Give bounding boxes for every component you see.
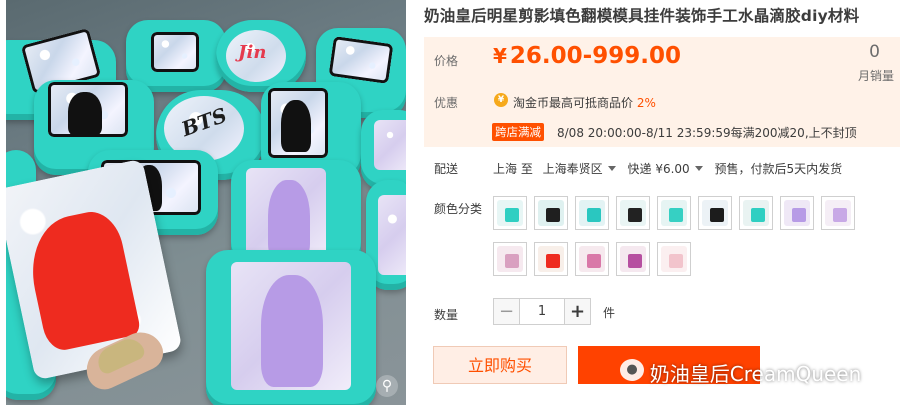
color-swatch[interactable] xyxy=(575,242,609,276)
decrement-button[interactable]: − xyxy=(493,298,520,325)
resin-card xyxy=(378,195,406,275)
express-fee: 快递 ¥6.00 xyxy=(627,162,690,176)
ship-to-selector[interactable]: 上海奉贤区 xyxy=(543,162,624,176)
silhouette xyxy=(268,180,310,260)
swatch-motif xyxy=(587,254,601,268)
swatch-thumbnail xyxy=(538,246,564,272)
delivery-label: 配送 xyxy=(434,162,459,176)
buy-now-button[interactable]: 立即购买 xyxy=(433,346,567,384)
coin-percent: 2% xyxy=(636,96,656,110)
swatch-thumbnail xyxy=(661,200,687,226)
price-box: 价格 ¥26.00-999.00 0 月销量 优惠 ¥ 淘金币最高可抵商品价 2… xyxy=(424,37,900,147)
swatch-motif xyxy=(505,254,519,268)
promo-label: 优惠 xyxy=(434,96,459,110)
swatch-motif xyxy=(546,208,560,222)
delivery-row: 上海 至 上海奉贤区 快递 ¥6.00 预售，付款后5天内发货 xyxy=(493,160,842,177)
silhouette xyxy=(68,92,102,136)
resin-card xyxy=(328,36,394,84)
swatch-thumbnail xyxy=(538,200,564,226)
color-swatch[interactable] xyxy=(534,242,568,276)
color-swatch[interactable] xyxy=(821,196,855,230)
resin-card xyxy=(374,120,406,170)
increment-button[interactable]: + xyxy=(564,298,591,325)
swatch-thumbnail xyxy=(743,200,769,226)
chevron-down-icon xyxy=(607,166,616,171)
swatch-motif xyxy=(833,208,847,222)
color-swatch[interactable] xyxy=(739,196,773,230)
swatch-motif xyxy=(628,208,642,222)
cross-store-discount-tag[interactable]: 跨店满减 xyxy=(492,123,544,141)
swatch-motif xyxy=(505,208,519,222)
currency-symbol: ¥ xyxy=(493,44,507,68)
swatch-motif xyxy=(546,254,560,268)
quantity-input[interactable]: 1 xyxy=(520,298,564,325)
swatch-thumbnail xyxy=(620,246,646,272)
swatch-thumbnail xyxy=(579,200,605,226)
color-swatch[interactable] xyxy=(575,196,609,230)
watermark-label: 奶油皇后CreamQueen xyxy=(649,362,862,386)
swatch-motif xyxy=(628,254,642,268)
swatch-thumbnail xyxy=(784,200,810,226)
swatch-thumbnail xyxy=(579,246,605,272)
color-swatch[interactable] xyxy=(657,196,691,230)
color-swatch[interactable] xyxy=(698,196,732,230)
swatch-thumbnail xyxy=(702,200,728,226)
swatch-motif xyxy=(710,208,724,222)
swatch-thumbnail xyxy=(497,246,523,272)
swatch-thumbnail xyxy=(825,200,851,226)
chevron-down-icon xyxy=(694,166,703,171)
presale-note: 预售，付款后5天内发货 xyxy=(714,162,843,176)
color-swatch[interactable] xyxy=(657,242,691,276)
swatch-thumbnail xyxy=(661,246,687,272)
price-label: 价格 xyxy=(434,54,459,68)
color-swatch[interactable] xyxy=(493,242,527,276)
swatch-thumbnail xyxy=(497,200,523,226)
resin-card xyxy=(151,32,199,72)
color-swatch[interactable] xyxy=(780,196,814,230)
ship-from: 上海 至 xyxy=(493,162,533,176)
quantity-unit: 件 xyxy=(603,306,616,320)
color-swatch[interactable] xyxy=(534,196,568,230)
watermark-text: 奶油皇后CreamQueen xyxy=(618,358,862,387)
quantity-label: 数量 xyxy=(434,308,459,322)
coin-icon: ¥ xyxy=(494,93,508,107)
swatch-motif xyxy=(669,208,683,222)
swatch-motif xyxy=(587,208,601,222)
coin-offer-text: 淘金币最高可抵商品价 xyxy=(513,96,634,110)
express-selector[interactable]: 快递 ¥6.00 xyxy=(628,162,711,176)
swatch-motif xyxy=(751,208,765,222)
silhouette xyxy=(281,100,311,152)
color-swatch[interactable] xyxy=(616,196,650,230)
swatch-thumbnail xyxy=(620,200,646,226)
coin-offer: 淘金币最高可抵商品价 2% xyxy=(513,94,656,111)
monthly-sales-count: 0 xyxy=(869,42,880,62)
monthly-sales-label: 月销量 xyxy=(857,69,894,83)
zoom-icon[interactable]: ⚲ xyxy=(376,375,398,397)
swatch-motif xyxy=(792,208,806,222)
price-range: 26.00-999.00 xyxy=(509,43,681,69)
price-value: ¥26.00-999.00 xyxy=(493,43,681,69)
color-swatch[interactable] xyxy=(493,196,527,230)
product-main-image[interactable]: Jin BTS ⚲ xyxy=(6,0,406,405)
color-label: 颜色分类 xyxy=(434,202,483,216)
silhouette xyxy=(261,275,323,387)
product-title: 奶油皇后明星剪影填色翻模模具挂件装饰手工水晶滴胶diy材料 xyxy=(424,7,860,25)
discount-detail: 8/08 20:00:00-8/11 23:59:59每满200减20,上不封顶 xyxy=(557,126,857,140)
color-swatch[interactable] xyxy=(616,242,650,276)
autograph-mark: Jin xyxy=(238,42,267,63)
ship-to-text: 上海奉贤区 xyxy=(542,162,603,176)
swatch-motif xyxy=(669,254,683,268)
